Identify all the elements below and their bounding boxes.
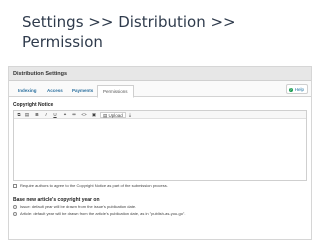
help-button[interactable]: ? Help (285, 84, 308, 94)
slide-title: Settings >> Distribution >> Permission (22, 13, 236, 51)
bold-icon[interactable]: B (34, 112, 40, 118)
copyright-notice-editor[interactable]: ⧉ ▤ B I U ⚭ ⚮ <> ▣ ▤ Upload ⤓ (13, 110, 307, 181)
tab-access[interactable]: Access (42, 85, 68, 97)
require-agree-checkbox-row[interactable]: Require authors to agree to the Copyrigh… (13, 183, 168, 189)
help-label: Help (294, 87, 304, 92)
upload-icon: ▤ (103, 113, 108, 118)
upload-button[interactable]: ▤ Upload (100, 112, 126, 118)
editor-toolbar: ⧉ ▤ B I U ⚭ ⚮ <> ▣ ▤ Upload ⤓ (14, 111, 306, 119)
tab-indexing[interactable]: Indexing (13, 85, 42, 97)
year-option-issue-row[interactable]: Issue: default year will be drawn from t… (13, 204, 136, 210)
copyright-notice-label: Copyright Notice (13, 102, 54, 108)
year-option-issue-label: Issue: default year will be drawn from t… (20, 204, 137, 209)
tab-payments[interactable]: Payments (67, 85, 98, 97)
panel-header: Distribution Settings (9, 67, 311, 81)
code-icon[interactable]: <> (80, 112, 88, 118)
require-agree-label: Require authors to agree to the Copyrigh… (20, 183, 168, 188)
copy-icon[interactable]: ⧉ (16, 112, 22, 118)
unlink-icon[interactable]: ⚮ (71, 112, 77, 118)
tab-permissions[interactable]: Permissions (97, 85, 134, 98)
year-option-issue-radio[interactable] (13, 204, 17, 209)
require-agree-checkbox[interactable] (13, 183, 17, 188)
link-icon[interactable]: ⚭ (62, 112, 68, 118)
paste-icon[interactable]: ▤ (24, 112, 30, 118)
year-option-article-label: Article: default year will be drawn from… (20, 211, 186, 216)
tabs-bar: Indexing Access Payments Permissions ? He… (9, 81, 311, 98)
download-icon[interactable]: ⤓ (127, 112, 133, 118)
year-option-article-radio[interactable] (13, 211, 17, 216)
upload-label: Upload (108, 113, 123, 118)
image-icon[interactable]: ▣ (91, 112, 97, 118)
help-icon: ? (288, 87, 293, 92)
year-basis-label: Base new article's copyright year on (13, 197, 100, 203)
year-option-article-row[interactable]: Article: default year will be drawn from… (13, 211, 185, 217)
distribution-settings-panel: Distribution Settings Indexing Access Pa… (8, 66, 312, 240)
italic-icon[interactable]: I (43, 112, 49, 118)
underline-icon[interactable]: U (52, 112, 58, 118)
